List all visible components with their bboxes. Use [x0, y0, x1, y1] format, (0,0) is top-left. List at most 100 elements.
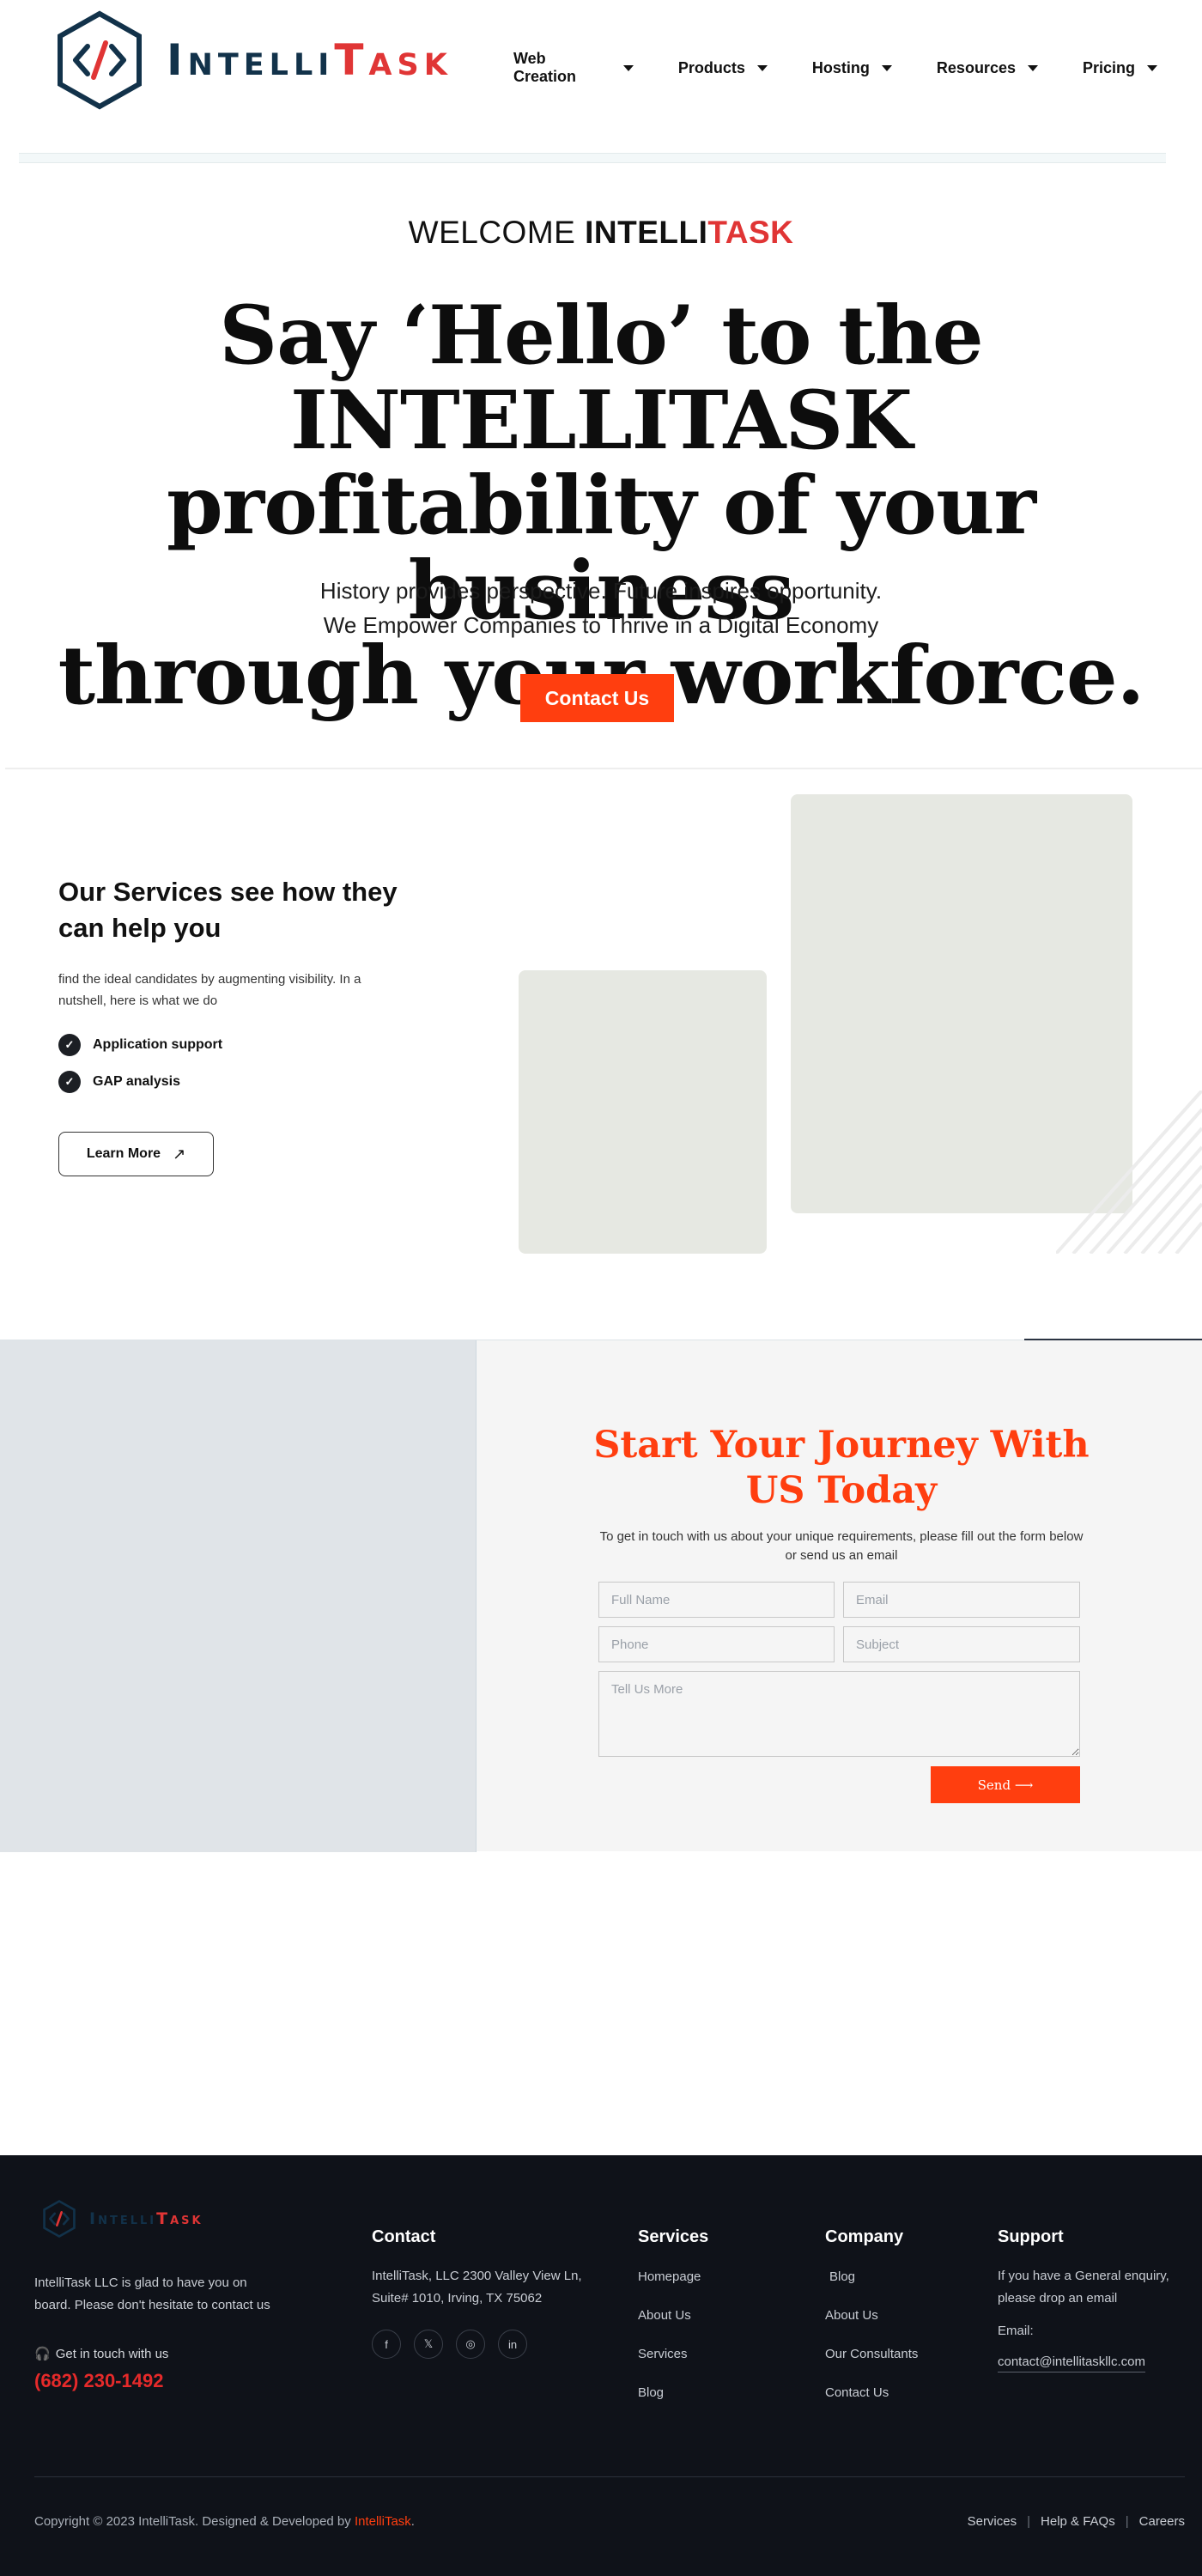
hero-divider [5, 768, 1202, 769]
footer-contact-title: Contact [372, 2227, 436, 2246]
dribbble-icon[interactable]: ◎ [456, 2330, 485, 2359]
footer-link-our-consultants[interactable]: Our Consultants [825, 2347, 918, 2361]
footer-logo[interactable]: IntelliTask [41, 2200, 203, 2238]
services-description: find the ideal candidates by augmenting … [58, 972, 361, 1008]
footer-brand-part2: Task [156, 2209, 203, 2228]
hero-subtitle-line: History provides perspective. Future ins… [319, 578, 883, 604]
headphones-icon: 🎧 [34, 2347, 51, 2361]
learn-more-button[interactable]: Learn More ↗ [58, 1132, 214, 1176]
nav-item-label: Hosting [811, 58, 870, 76]
linkedin-icon[interactable]: in [498, 2330, 527, 2359]
footer-link-about-us[interactable]: About Us [638, 2308, 691, 2323]
facebook-icon[interactable]: f [372, 2330, 401, 2359]
footer-brand-part1: Intelli [89, 2209, 157, 2228]
hero-title-line: Say ‘Hello’ to the INTELLITASK [219, 289, 983, 468]
welcome-brand-part2: TASK [707, 215, 794, 250]
nav-item-products[interactable]: Products [678, 50, 768, 86]
code-hexagon-logo-icon [58, 10, 142, 110]
check-icon: ✓ [58, 1034, 81, 1056]
footer-company-title: Company [825, 2227, 904, 2246]
separator: | [1125, 2514, 1129, 2529]
service-item-label: GAP analysis [93, 1074, 180, 1089]
nav-item-label: Products [677, 58, 745, 76]
message-field[interactable] [598, 1671, 1080, 1757]
nav-item-web-creation[interactable]: Web Creation [513, 50, 634, 86]
journey-accent-line [1024, 1339, 1202, 1340]
chevron-down-icon [756, 64, 768, 71]
full-name-field[interactable] [598, 1582, 835, 1618]
address-line: Suite# 1010, Irving, TX 75062 [372, 2291, 543, 2306]
nav-item-label: Pricing [1082, 58, 1135, 76]
brand-name: IntelliTask [167, 35, 452, 85]
footer-bottom-link-services[interactable]: Services [968, 2514, 1017, 2529]
footer-about: IntelliTask LLC is glad to have you on b… [34, 2275, 270, 2312]
footer-link-blog[interactable]: Blog [638, 2385, 664, 2400]
footer-services-title: Services [638, 2227, 709, 2246]
nav-item-pricing[interactable]: Pricing [1083, 50, 1157, 86]
nav-item-label: Resources [936, 58, 1016, 76]
services-title: Our Services see how they can help you [58, 877, 398, 943]
journey-section: Start Your Journey With US Today To get … [0, 1339, 1202, 1852]
footer-email-link[interactable]: contact@intellitaskllc.com [998, 2354, 1145, 2372]
footer-support-title: Support [998, 2227, 1064, 2246]
journey-description: To get in touch with us about your uniqu… [599, 1529, 1084, 1563]
footer-copyright: Copyright © 2023 IntelliTask. Designed &… [34, 2514, 415, 2529]
get-in-touch-label: Get in touch with us [55, 2346, 169, 2361]
main-nav: Web Creation Products Hosting Resources … [513, 50, 1202, 86]
footer-bottom-links: Services | Help & FAQs | Careers [968, 2514, 1185, 2529]
chevron-down-icon [1027, 64, 1038, 71]
footer-brand-name: IntelliTask [89, 2209, 203, 2228]
code-hexagon-logo-icon [43, 2200, 76, 2238]
site-footer: IntelliTask IntelliTask LLC is glad to h… [0, 2155, 1202, 2576]
services-image-small [519, 970, 767, 1254]
footer-link-contact-us[interactable]: Contact Us [825, 2385, 889, 2400]
site-logo[interactable]: IntelliTask [55, 10, 452, 110]
decorative-stripes [1056, 1091, 1202, 1254]
footer-link-blog[interactable]: Blog [829, 2269, 855, 2284]
site-header: IntelliTask Web Creation Products Hostin… [0, 0, 1202, 129]
footer-email-label: Email: [998, 2324, 1034, 2338]
footer-link-homepage[interactable]: Homepage [638, 2269, 701, 2284]
journey-title: Start Your Journey With US Today [593, 1424, 1090, 1512]
welcome-brand-part1: INTELLI [585, 215, 708, 250]
email-field[interactable] [843, 1582, 1080, 1618]
contact-us-button[interactable]: Contact Us [520, 674, 674, 722]
nav-item-resources[interactable]: Resources [937, 50, 1038, 86]
arrow-up-right-icon: ↗ [173, 1145, 186, 1163]
nav-item-label: Web Creation [513, 50, 577, 85]
footer-link-services[interactable]: Services [638, 2347, 688, 2361]
chevron-down-icon [622, 64, 634, 71]
footer-address: IntelliTask, LLC 2300 Valley View Ln, Su… [372, 2265, 582, 2310]
hero-subtitle-line: We Empower Companies to Thrive in a Digi… [323, 612, 879, 638]
send-button[interactable]: Send ⟶ [931, 1766, 1080, 1803]
service-item-label: Application support [93, 1037, 223, 1052]
x-twitter-icon[interactable]: 𝕏 [414, 2330, 443, 2359]
subject-field[interactable] [843, 1626, 1080, 1662]
separator: | [1027, 2514, 1031, 2529]
footer-bottom-link-help-faqs[interactable]: Help & FAQs [1041, 2514, 1115, 2529]
hero-subtitle: History provides perspective. Future ins… [0, 574, 1202, 642]
service-item: ✓ Application support [58, 1034, 222, 1056]
footer-support-text: If you have a General enquiry, please dr… [998, 2269, 1169, 2306]
brand-name-part1: Intelli [167, 35, 335, 85]
copyright-text: Copyright © 2023 IntelliTask. Designed &… [34, 2514, 355, 2529]
header-divider [19, 153, 1166, 163]
brand-name-part2: Task [334, 35, 452, 85]
hero-title: Say ‘Hello’ to the INTELLITASK profitabi… [0, 294, 1202, 719]
footer-link-about-us[interactable]: About Us [825, 2308, 878, 2323]
footer-divider [34, 2476, 1185, 2477]
welcome-heading: WELCOME INTELLITASK [0, 215, 1202, 251]
footer-bottom-link-careers[interactable]: Careers [1139, 2514, 1185, 2529]
copyright-suffix: . [410, 2514, 415, 2529]
welcome-prefix: WELCOME [408, 215, 586, 250]
address-line: IntelliTask, LLC 2300 Valley View Ln, [372, 2269, 582, 2283]
nav-item-hosting[interactable]: Hosting [812, 50, 892, 86]
service-item: ✓ GAP analysis [58, 1071, 180, 1093]
phone-field[interactable] [598, 1626, 835, 1662]
chevron-down-icon [881, 64, 892, 71]
journey-image [0, 1340, 477, 1852]
footer-get-in-touch: 🎧 Get in touch with us [34, 2346, 169, 2362]
footer-phone-link[interactable]: (682) 230-1492 [34, 2370, 163, 2392]
copyright-brand-link[interactable]: IntelliTask [355, 2514, 411, 2529]
learn-more-label: Learn More [86, 1146, 161, 1161]
